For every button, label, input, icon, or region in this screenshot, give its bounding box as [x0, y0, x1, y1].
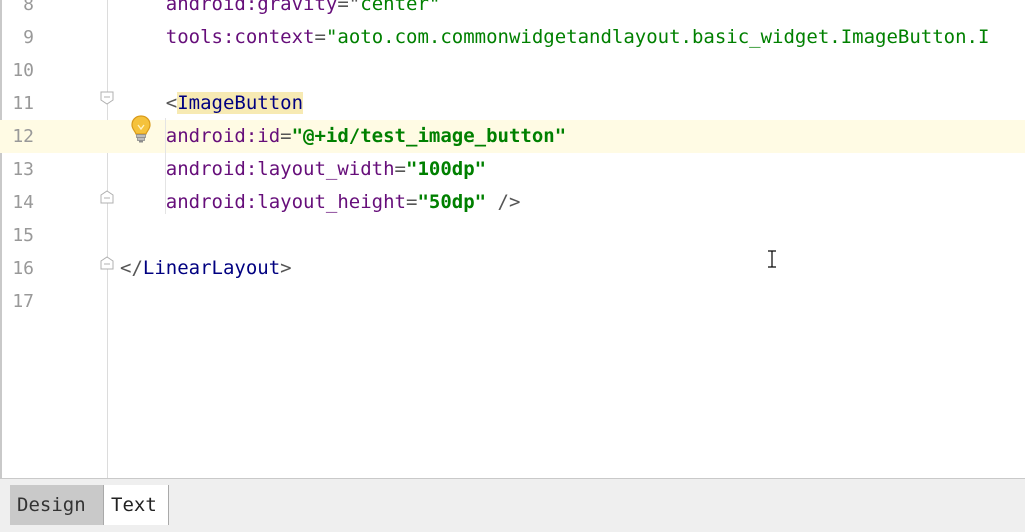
line-number: 10 — [12, 60, 34, 81]
code-line[interactable]: 10 — [0, 54, 1025, 87]
code-token: "100dp" — [406, 158, 487, 180]
code-line[interactable]: 15 — [0, 219, 1025, 252]
code-token: =" — [337, 0, 361, 15]
line-number: 8 — [23, 0, 34, 15]
code-token: = — [314, 26, 326, 48]
code-line[interactable]: 9 tools:context="aoto.com.commonwidgetan… — [0, 21, 1025, 54]
tab-design[interactable]: Design — [10, 485, 106, 525]
code-line[interactable]: 16 </LinearLayout> — [0, 252, 1025, 285]
code-token: center" — [360, 0, 441, 15]
code-line[interactable]: 13 android:layout_width="100dp" — [0, 153, 1025, 186]
code-token: LinearLayout — [142, 257, 281, 279]
code-token: < — [165, 92, 178, 114]
code-line[interactable]: 12 android:id="@+id/test_image_button" — [0, 120, 1025, 153]
code-token: = — [394, 158, 406, 180]
code-text[interactable]: android:gravity="center" — [120, 0, 441, 21]
code-token: /> — [486, 191, 521, 213]
line-number: 16 — [12, 258, 34, 279]
line-number: 9 — [23, 27, 34, 48]
code-token: > — [280, 257, 292, 279]
code-token: "@+id/test_image_button" — [291, 125, 567, 147]
code-line[interactable]: 17 — [0, 285, 1025, 318]
tab-text[interactable]: Text — [103, 485, 169, 525]
fold-marker-icon[interactable] — [100, 256, 114, 270]
code-token: </ — [120, 257, 143, 279]
line-number: 15 — [12, 225, 34, 246]
line-number: 17 — [12, 291, 34, 312]
code-token: android:layout_width — [120, 158, 395, 180]
code-token: "50dp" — [417, 191, 487, 213]
fold-marker-icon[interactable] — [100, 91, 114, 105]
code-token: android:layout_height — [120, 191, 406, 213]
code-line[interactable]: 11 <ImageButton — [0, 87, 1025, 120]
indent-guide — [165, 118, 166, 214]
lightbulb-icon[interactable] — [129, 114, 153, 144]
code-token: tools:context — [165, 26, 315, 48]
code-token: android:gravity — [165, 0, 338, 15]
code-token: = — [405, 191, 418, 213]
code-text[interactable]: android:layout_height="50dp" /> — [120, 186, 521, 219]
line-number: 12 — [12, 126, 34, 147]
text-cursor-icon — [767, 250, 777, 268]
fold-marker-icon[interactable] — [100, 190, 114, 204]
editor-mode-tabbar: Design Text — [0, 478, 1025, 532]
code-token: ImageButton — [177, 92, 304, 114]
line-number: 11 — [12, 93, 34, 114]
code-editor[interactable]: 8 android:gravity="center" 9 tools:contex… — [0, 0, 1025, 478]
code-text[interactable]: android:layout_width="100dp" — [120, 153, 486, 186]
code-token: "aoto.com.commonwidgetandlayout.basic_wi… — [325, 26, 990, 48]
code-text[interactable]: android:id="@+id/test_image_button" — [120, 120, 566, 153]
line-number: 13 — [12, 159, 34, 180]
line-number: 14 — [12, 192, 34, 213]
code-line[interactable]: 8 android:gravity="center" — [0, 0, 1025, 21]
code-text[interactable]: </LinearLayout> — [120, 252, 292, 285]
code-token: = — [280, 125, 292, 147]
code-line[interactable]: 14 android:layout_height="50dp" /> — [0, 186, 1025, 219]
code-text[interactable]: tools:context="aoto.com.commonwidgetandl… — [120, 21, 990, 54]
